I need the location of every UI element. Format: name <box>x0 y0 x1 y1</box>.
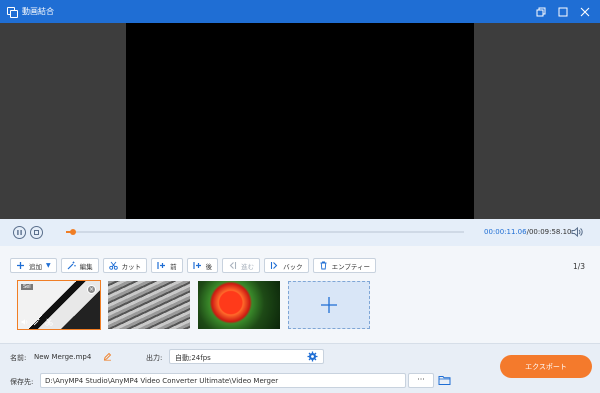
volume-icon[interactable] <box>21 318 29 326</box>
trash-icon <box>320 261 327 270</box>
insert-after-icon <box>193 262 201 269</box>
clip-item[interactable] <box>108 281 190 329</box>
pencil-icon[interactable] <box>103 352 112 361</box>
empty-button[interactable]: エンプティー <box>312 258 377 273</box>
stop-icon <box>34 230 39 235</box>
clip-item[interactable]: Sel × <box>17 280 101 330</box>
save-label: 保存先: <box>10 378 34 386</box>
before-label: 前 <box>170 262 177 271</box>
maximize-button[interactable] <box>552 0 574 23</box>
export-label: エクスポート <box>525 362 567 371</box>
close-icon <box>580 7 590 16</box>
total-time: 00:09:58.10 <box>528 228 572 236</box>
edit-button[interactable]: 編集 <box>60 258 99 273</box>
forward-button[interactable]: 進む <box>222 258 261 273</box>
effect-icon[interactable] <box>33 318 41 326</box>
folder-icon[interactable] <box>438 374 451 386</box>
insert-after-button[interactable]: 後 <box>186 258 219 273</box>
scissors-icon[interactable] <box>45 318 53 326</box>
cut-label: カット <box>121 262 142 271</box>
output-panel: 名前: New Merge.mp4 出力: 自動;24fps 保存先: D:\A… <box>0 343 600 393</box>
progress-track[interactable] <box>66 229 464 235</box>
plus-icon <box>17 262 24 269</box>
pause-button[interactable] <box>13 226 26 239</box>
back-label: バック <box>283 262 303 271</box>
magic-wand-icon <box>67 261 76 270</box>
clip-badge: Sel <box>21 284 33 290</box>
after-label: 後 <box>205 262 213 271</box>
volume-icon[interactable] <box>571 226 583 238</box>
gear-icon[interactable] <box>307 351 318 362</box>
scissors-icon <box>108 261 118 270</box>
clip-strip: Sel × <box>17 280 370 330</box>
plus-icon <box>321 297 337 313</box>
chevron-down-icon: ▼ <box>46 262 51 269</box>
restore-icon <box>536 7 546 16</box>
insert-before-icon <box>157 262 166 269</box>
cut-button[interactable]: カット <box>102 258 148 273</box>
empty-label: エンプティー <box>331 262 371 271</box>
time-display: 00:00:11.06/00:09:58.10 <box>484 228 572 236</box>
page-indicator: 1/3 <box>573 262 586 271</box>
output-format-value: 自動;24fps <box>175 354 211 362</box>
name-label: 名前: <box>10 354 27 362</box>
insert-before-button[interactable]: 前 <box>151 258 183 273</box>
browse-button[interactable]: ··· <box>408 373 434 388</box>
back-button[interactable]: バック <box>264 258 309 273</box>
step-backward-icon <box>229 262 237 269</box>
playback-bar: 00:00:11.06/00:09:58.10 <box>0 219 600 246</box>
video-preview[interactable] <box>126 23 474 219</box>
add-label: 追加 <box>29 262 42 271</box>
step-forward-icon <box>271 262 278 269</box>
stop-button[interactable] <box>30 226 43 239</box>
window-title: 動画結合 <box>22 7 54 16</box>
restore-button[interactable] <box>530 0 552 23</box>
pause-icon <box>17 230 22 235</box>
output-format-field[interactable]: 自動;24fps <box>169 349 324 364</box>
forward-label: 進む <box>241 262 255 271</box>
app-icon <box>7 6 18 18</box>
clip-toolbar: 追加 ▼ 編集 カット 前 後 進む バック エンプティー <box>10 258 377 273</box>
output-label: 出力: <box>146 354 163 362</box>
close-button[interactable] <box>574 0 596 23</box>
save-path-field[interactable]: D:\AnyMP4 Studio\AnyMP4 Video Converter … <box>40 373 406 388</box>
current-time: 00:00:11.06 <box>484 228 527 236</box>
clip-item[interactable] <box>198 281 280 329</box>
title-bar: 動画結合 <box>0 0 600 23</box>
add-clip-button[interactable] <box>288 281 370 329</box>
edit-label: 編集 <box>79 262 93 271</box>
maximize-icon <box>558 7 568 16</box>
save-path-value: D:\AnyMP4 Studio\AnyMP4 Video Converter … <box>45 377 279 385</box>
add-button[interactable]: 追加 ▼ <box>10 258 57 273</box>
close-icon[interactable]: × <box>87 285 96 294</box>
export-button[interactable]: エクスポート <box>500 355 592 378</box>
preview-area <box>0 23 600 219</box>
progress-knob[interactable] <box>70 229 77 235</box>
file-name-value: New Merge.mp4 <box>34 353 92 361</box>
